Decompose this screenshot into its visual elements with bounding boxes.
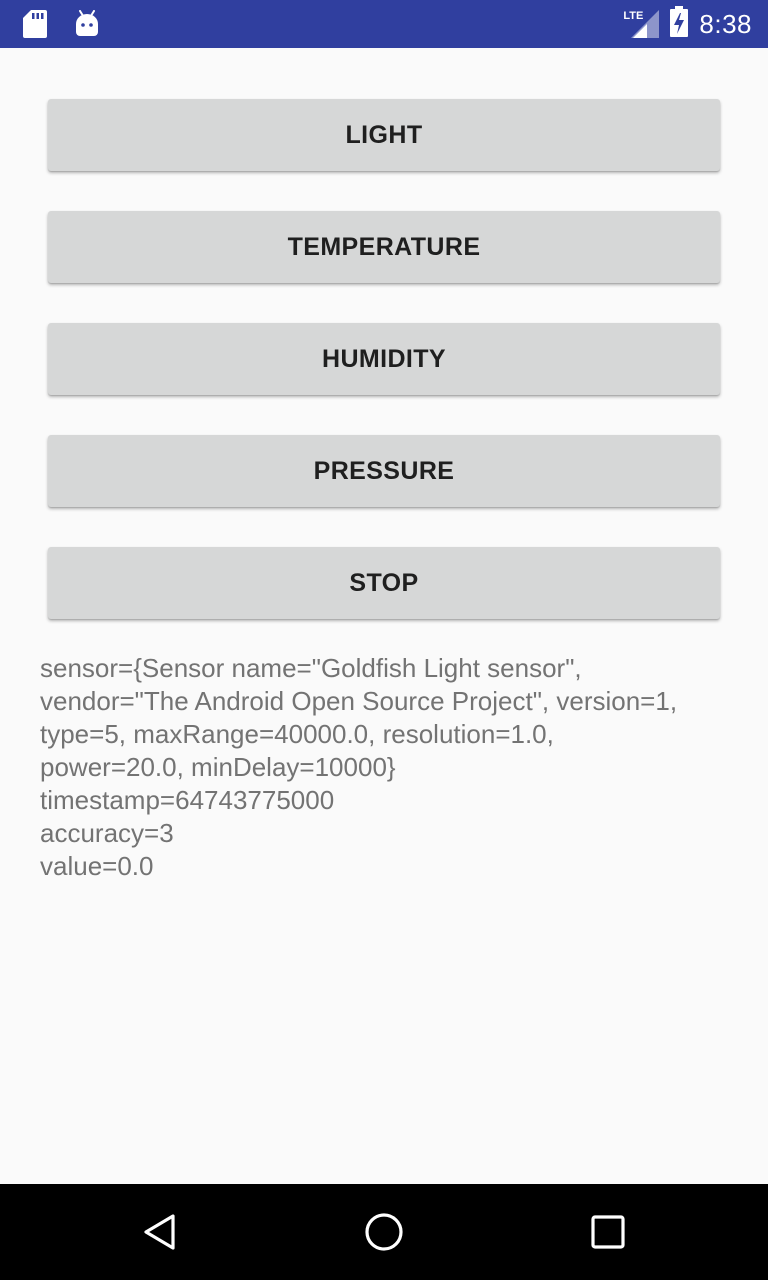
sensor-output-line: sensor={Sensor name="Goldfish Light sens… [40,653,582,683]
recents-icon [591,1215,625,1249]
lte-signal-icon: LTE [623,8,660,40]
network-type-label: LTE [623,10,644,22]
recents-button[interactable] [584,1208,632,1256]
sensor-output-line: power=20.0, minDelay=10000} [40,752,396,782]
light-button[interactable]: LIGHT [48,99,720,171]
navigation-bar [0,1184,768,1280]
back-icon [144,1214,175,1250]
status-clock: 8:38 [699,8,752,39]
sensor-output-line: vendor="The Android Open Source Project"… [40,686,678,716]
status-right: LTE 8:38 [623,0,752,48]
battery-charging-icon [669,5,689,43]
sensor-accuracy: accuracy=3 [40,818,174,848]
sensor-output-text: sensor={Sensor name="Goldfish Light sens… [40,652,740,883]
notification-icons [22,9,100,44]
back-button[interactable] [136,1208,184,1256]
main-content: LIGHT TEMPERATURE HUMIDITY PRESSURE STOP… [0,48,768,1184]
android-icon [74,10,100,43]
humidity-button[interactable]: HUMIDITY [48,323,720,395]
status-bar: LTE 8:38 [0,0,768,48]
sensor-value: value=0.0 [40,851,154,881]
sensor-output-line: type=5, maxRange=40000.0, resolution=1.0… [40,719,554,749]
home-icon [365,1213,403,1251]
pressure-button[interactable]: PRESSURE [48,435,720,507]
sd-card-icon [22,9,48,44]
temperature-button[interactable]: TEMPERATURE [48,211,720,283]
home-button[interactable] [360,1208,408,1256]
sensor-timestamp: timestamp=64743775000 [40,785,335,815]
stop-button[interactable]: STOP [48,547,720,619]
